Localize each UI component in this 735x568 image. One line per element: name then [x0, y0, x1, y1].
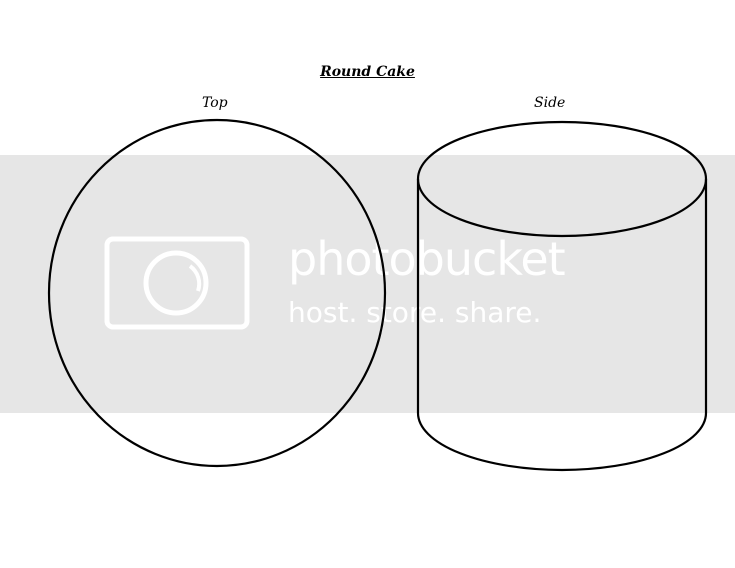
page-title: Round Cake — [320, 64, 415, 80]
side-view-label: Side — [534, 95, 566, 111]
top-view-label: Top — [202, 95, 228, 111]
top-view-circle — [47, 118, 387, 468]
side-view-bottom-arc — [416, 412, 708, 472]
cake-outlines — [47, 118, 708, 472]
cake-template-page: photobucket host. store. share. Round Ca… — [0, 0, 735, 568]
side-view-top-ellipse — [416, 120, 708, 238]
